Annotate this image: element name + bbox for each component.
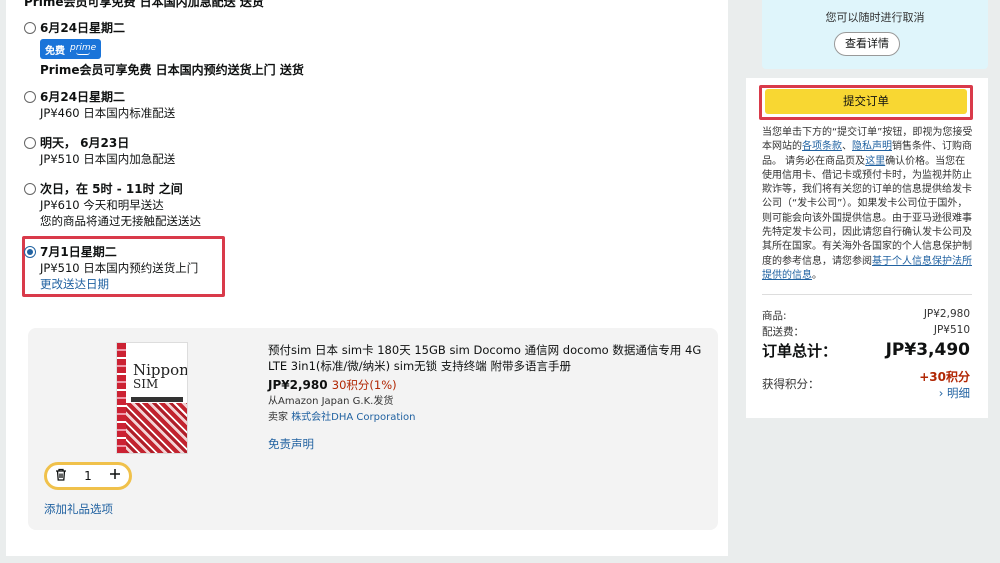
place-order-button[interactable]: 提交订单 xyxy=(765,89,967,114)
radio-button[interactable] xyxy=(24,183,36,195)
delivery-date: 6月24日星期二 xyxy=(40,21,126,35)
order-total-label: 订单总计： xyxy=(762,342,838,360)
order-total-value: JP¥3,490 xyxy=(885,340,970,360)
product-title[interactable]: 预付sim 日本 sim卡 180天 15GB sim Docomo 通信网 d… xyxy=(268,342,708,374)
product-points: 30积分(1%) xyxy=(331,378,397,392)
quantity-value: 1 xyxy=(84,469,92,483)
delivery-price: JP¥510 日本国内加急配送 xyxy=(40,152,176,166)
items-row: 商品: JP¥2,980 xyxy=(762,308,970,323)
prime-logo-icon: prime xyxy=(70,42,97,55)
terms-link[interactable]: 各项条款 xyxy=(802,141,842,152)
points-label: 获得积分： xyxy=(762,377,820,391)
view-details-button[interactable]: 查看详情 xyxy=(834,32,900,56)
change-delivery-date-link[interactable]: 更改送达日期 xyxy=(40,276,198,292)
delivery-price: JP¥460 日本国内标准配送 xyxy=(40,106,176,120)
seller-link[interactable]: 株式会社DHA Corporation xyxy=(291,412,415,423)
shipped-from: 从Amazon Japan G.K.发货 xyxy=(268,396,394,407)
delivery-desc: Prime会员可享免费 日本国内预约送货上门 送货 xyxy=(40,63,304,77)
product-price: JP¥2,980 xyxy=(268,378,328,392)
price-check-link[interactable]: 这里 xyxy=(865,156,885,167)
plus-icon[interactable] xyxy=(109,468,121,484)
delivery-panel: Prime会员可享免费 日本国内加急配送 送货 6月24日星期二 免费 prim… xyxy=(6,0,728,556)
delivery-date: 明天， 6月23日 xyxy=(40,136,130,150)
quantity-stepper: 1 xyxy=(44,462,132,490)
order-summary-box: 提交订单 当您单击下方的“提交订单”按钮，即视为您接受本网站的各项条款、隐私声明… xyxy=(746,78,988,418)
items-label: 商品: xyxy=(762,310,787,322)
seller-line: 卖家 株式会社DHA Corporation xyxy=(268,410,708,426)
radio-button[interactable] xyxy=(24,91,36,103)
prime-free-badge: 免费 prime xyxy=(40,39,102,59)
shipping-value: JP¥510 xyxy=(933,324,970,336)
badge-free-label: 免费 xyxy=(45,45,65,57)
legal-text: 当您单击下方的“提交订单”按钮，即视为您接受本网站的各项条款、隐私声明销售条件、… xyxy=(762,127,973,281)
cancel-info-box: 您可以随时进行取消 查看详情 xyxy=(762,0,988,69)
delivery-date: 7月1日星期二 xyxy=(40,245,117,259)
delivery-price: JP¥510 日本国内预约送货上门 xyxy=(40,261,199,275)
delivery-price: JP¥610 今天和明早送达 xyxy=(40,198,164,212)
cancel-anytime-text: 您可以随时进行取消 xyxy=(825,11,925,24)
product-card: Nippon SIM 预付sim 日本 sim卡 180天 15GB sim D… xyxy=(28,328,718,530)
product-info: 预付sim 日本 sim卡 180天 15GB sim Docomo 通信网 d… xyxy=(268,342,708,452)
disclaimer-link[interactable]: 免责声明 xyxy=(268,436,708,452)
radio-button-selected[interactable] xyxy=(24,246,36,258)
order-total-row: 订单总计： JP¥3,490 xyxy=(762,340,970,361)
delivery-date: 6月24日星期二 xyxy=(40,90,126,104)
delivery-date: 次日，在 5时 - 11时 之间 xyxy=(40,182,183,196)
delivery-note: 您的商品将通过无接触配送送达 xyxy=(40,214,201,228)
seller-label: 卖家 xyxy=(268,412,288,423)
product-price-line: JP¥2,980 30积分(1%) xyxy=(268,376,708,394)
product-image[interactable]: Nippon SIM xyxy=(116,342,188,454)
summary-divider xyxy=(762,294,972,295)
shipping-row: 配送费： JP¥510 xyxy=(762,324,970,339)
add-gift-option-link[interactable]: 添加礼品选项 xyxy=(44,501,113,517)
privacy-link[interactable]: 隐私声明 xyxy=(852,141,892,152)
radio-button[interactable] xyxy=(24,22,36,34)
points-value: +30积分 xyxy=(919,370,970,384)
delivery-cut-text: Prime会员可享免费 日本国内加急配送 送货 xyxy=(24,0,264,9)
items-value: JP¥2,980 xyxy=(923,308,970,320)
radio-button[interactable] xyxy=(24,137,36,149)
shipping-label: 配送费： xyxy=(762,326,804,338)
points-details-link[interactable]: › 明细 xyxy=(939,385,970,401)
trash-icon[interactable] xyxy=(55,468,67,485)
order-sidebar: 您可以随时进行取消 查看详情 提交订单 当您单击下方的“提交订单”按钮，即视为您… xyxy=(746,0,988,563)
